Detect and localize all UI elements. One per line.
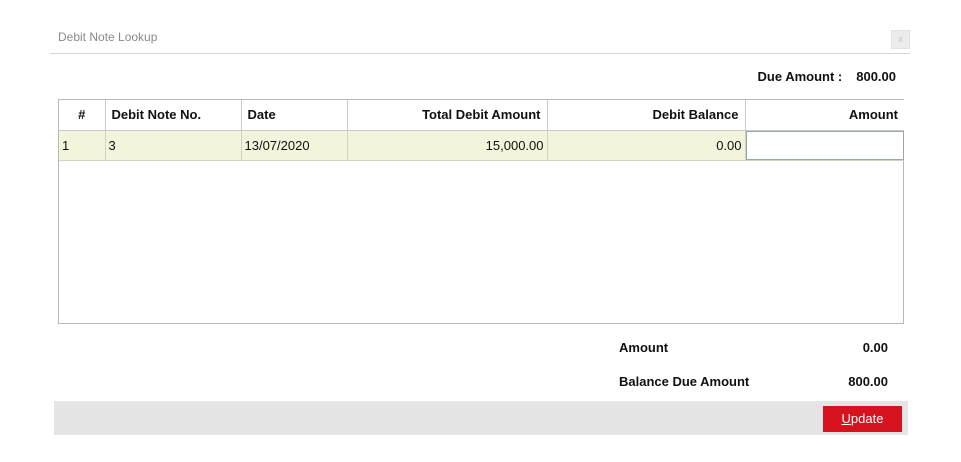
cell-amount[interactable] (745, 130, 904, 161)
column-header-amount[interactable]: Amount (745, 100, 904, 131)
amount-input[interactable] (745, 130, 904, 160)
update-accelerator: U (841, 411, 851, 426)
debit-note-lookup-dialog: Debit Note Lookup x Due Amount : 800.00 #… (0, 0, 961, 462)
due-amount-value: 800.00 (856, 69, 896, 84)
cell-date: 13/07/2020 (241, 130, 348, 161)
column-header-total-debit-amount[interactable]: Total Debit Amount (347, 100, 548, 131)
balance-due-label: Balance Due Amount (619, 374, 750, 389)
grid-header-row: # Debit Note No. Date Total Debit Amount… (59, 100, 904, 131)
cell-debit-balance: 0.00 (547, 130, 746, 161)
balance-due-value: 800.00 (848, 374, 888, 389)
due-amount: Due Amount : 800.00 (758, 69, 897, 84)
amount-value: 0.00 (862, 340, 888, 355)
column-header-index[interactable]: # (59, 100, 106, 131)
column-header-date[interactable]: Date (241, 100, 348, 131)
cell-index: 1 (59, 130, 106, 161)
close-icon[interactable]: x (891, 30, 910, 49)
column-header-debit-note-no[interactable]: Debit Note No. (105, 100, 242, 131)
title-divider (50, 53, 910, 54)
due-amount-label: Due Amount : (757, 69, 843, 84)
table-row[interactable]: 1 3 13/07/2020 15,000.00 0.00 (59, 130, 904, 161)
update-button[interactable]: Update (823, 406, 902, 432)
amount-label: Amount (619, 340, 669, 355)
dialog-title: Debit Note Lookup (58, 30, 158, 44)
column-header-debit-balance[interactable]: Debit Balance (547, 100, 746, 131)
cell-debit-note-no: 3 (105, 130, 242, 161)
cell-total-debit-amount: 15,000.00 (347, 130, 548, 161)
debit-note-grid: # Debit Note No. Date Total Debit Amount… (58, 99, 904, 324)
update-label: pdate (850, 411, 884, 426)
footer-bar (54, 401, 908, 435)
